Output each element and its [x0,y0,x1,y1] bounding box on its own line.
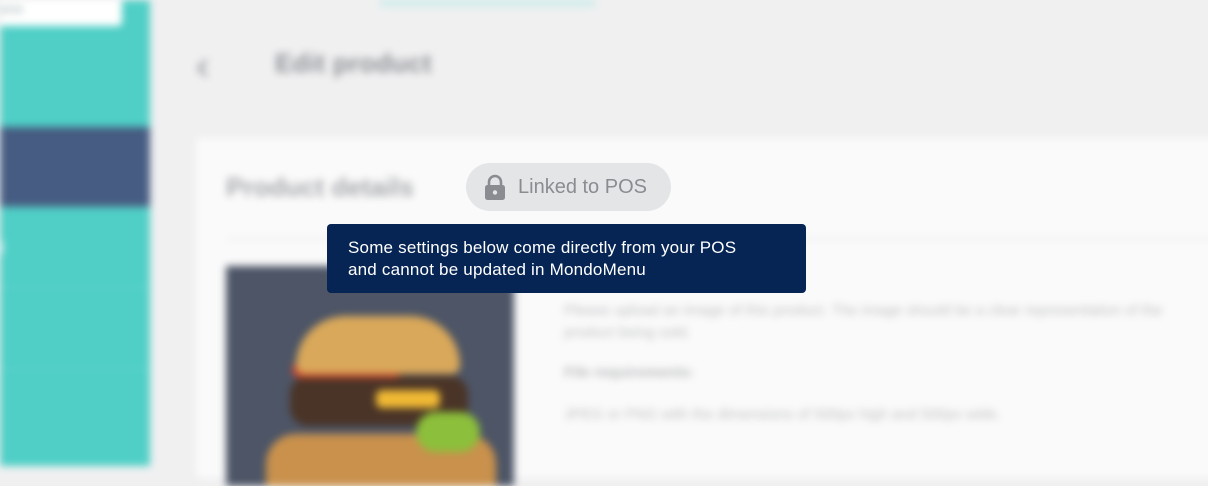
lock-icon [485,174,505,200]
card-title: Product details [226,172,414,202]
tooltip-line: and cannot be updated in MondoMenu [348,260,646,279]
sidebar: ame s ed s [0,0,150,466]
burger-cheese [376,390,440,408]
file-requirements-text: JPEG or PNG with the dimensions of 500px… [564,406,1001,423]
chevron-left-icon[interactable]: ‹ [196,44,236,88]
product-details-card: Product details Please upload an image o… [196,138,1208,486]
image-description: Please upload an image of this product. … [564,302,1163,341]
page-title: Edit product [275,48,432,78]
sidebar-item-active[interactable]: s [0,127,150,207]
burger-lettuce [416,412,480,452]
burger-bun-top [296,316,460,374]
linked-to-pos-badge[interactable]: Linked to POS [466,163,671,211]
product-image[interactable] [226,266,514,486]
pos-tooltip: Some settings below come directly from y… [327,224,806,293]
sidebar-item[interactable]: s [0,290,150,370]
file-requirements-label: File requirements: [564,364,695,381]
sidebar-item-label: ed [0,208,4,288]
pos-badge-label: Linked to POS [518,175,647,198]
tooltip-line: Some settings below come directly from y… [348,238,737,257]
tab-indicator [380,0,595,6]
sidebar-item[interactable]: ed [0,208,150,288]
sidebar-search-input[interactable]: ame [0,0,122,26]
